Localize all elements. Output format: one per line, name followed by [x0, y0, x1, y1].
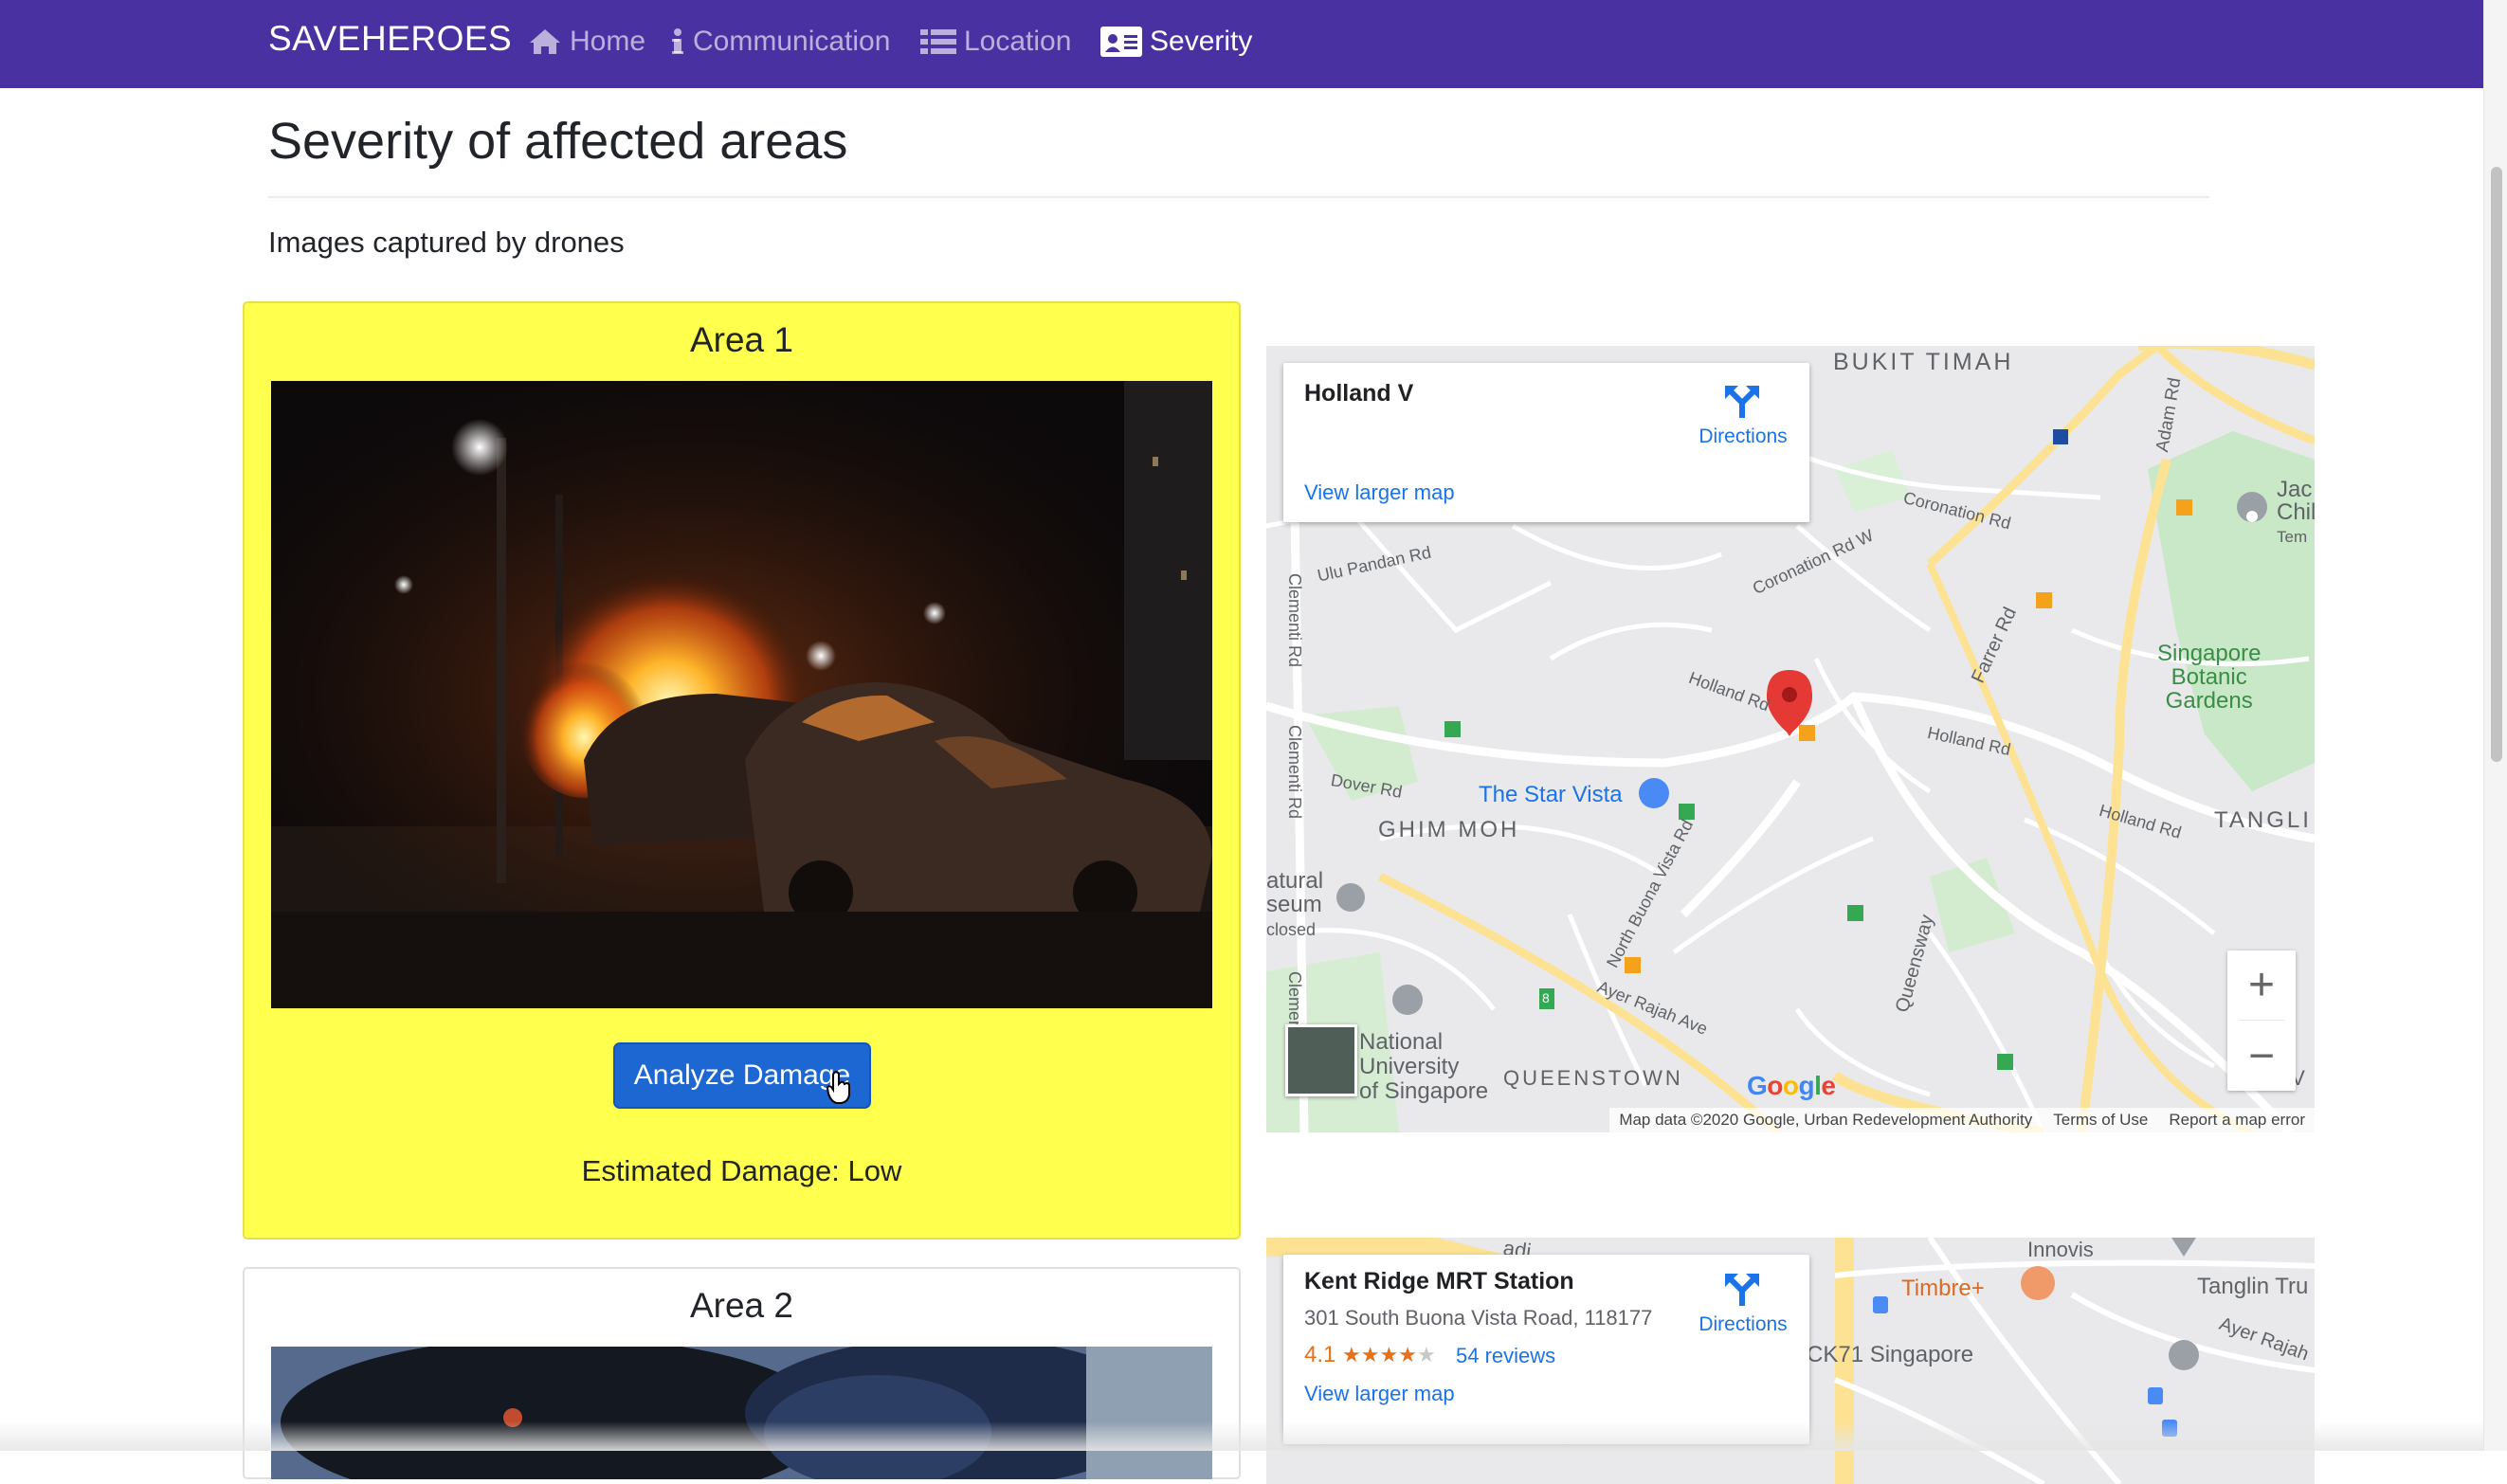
map-label: The Star Vista: [1479, 782, 1623, 807]
drone-image-area-1: [271, 381, 1212, 1008]
map-label: Jac Chil Tem: [2277, 477, 2315, 547]
directions-icon[interactable]: [1725, 382, 1759, 418]
reviews-link[interactable]: 54 reviews: [1456, 1344, 1555, 1368]
nav-item-label: Severity: [1150, 26, 1253, 57]
nav-item-communication[interactable]: Communication: [670, 23, 890, 61]
area-card-1: Area 1 Analyze Damage Estimated Damage: …: [243, 301, 1241, 1240]
map-holland-v[interactable]: BUKIT TIMAH Adam Rd Jac Chil Tem Coronatio…: [1266, 346, 2315, 1132]
hand-cursor-icon: [826, 1071, 850, 1104]
estimated-damage: Estimated Damage: Low: [581, 1154, 902, 1187]
brand-logo[interactable]: SAVEHEROES: [268, 19, 512, 59]
map-label: TANGLI: [2214, 807, 2312, 833]
map-label: BUKIT TIMAH: [1833, 349, 2014, 375]
terms-of-use-link[interactable]: Terms of Use: [2053, 1111, 2148, 1130]
satellite-view-toggle[interactable]: [1285, 1024, 1357, 1096]
navbar: SAVEHEROES Home Communication Location S…: [0, 0, 2483, 88]
nav-item-severity[interactable]: Severity: [1100, 23, 1252, 61]
map-label: Innovis: [2027, 1238, 2094, 1261]
id-card-icon: [1100, 27, 1142, 57]
view-larger-map-link[interactable]: View larger map: [1304, 1382, 1455, 1406]
area-title: Area 1: [689, 320, 793, 359]
directions-icon[interactable]: [1725, 1270, 1759, 1306]
directions-link[interactable]: Directions: [1681, 425, 1805, 448]
map-label: Clementi Rd: [1285, 573, 1304, 668]
map-label: atural seum closed: [1266, 868, 1324, 939]
nav-item-home[interactable]: Home: [528, 23, 645, 61]
map-zoom-controls: + −: [2227, 950, 2296, 1091]
zoom-in-button[interactable]: +: [2227, 950, 2296, 1019]
map-label: Singapore Botanic Gardens: [2157, 641, 2262, 714]
map-info-card: Kent Ridge MRT Station 301 South Buona V…: [1283, 1255, 1809, 1444]
nav-item-label: Communication: [693, 26, 891, 57]
nav-item-label: Location: [964, 26, 1072, 57]
map-info-card: Holland V Directions View larger map: [1283, 363, 1809, 522]
page-scrollbar[interactable]: [2483, 0, 2507, 1451]
map-attribution: Map data ©2020 Google, Urban Redevelopme…: [1609, 1108, 2315, 1132]
drone-image-area-2: [271, 1347, 1212, 1479]
info-icon: [672, 28, 683, 54]
list-icon: [920, 29, 956, 54]
window-bottom-edge: [0, 1421, 2483, 1451]
map-label: National University of Singapore: [1359, 1029, 1489, 1104]
place-name: Kent Ridge MRT Station: [1304, 1268, 1574, 1294]
scrollbar-thumb[interactable]: [2491, 167, 2502, 762]
map-data-credit: Map data ©2020 Google, Urban Redevelopme…: [1619, 1111, 2033, 1129]
map-label: GHIM MOH: [1378, 817, 1520, 842]
route-shield: 8: [1542, 990, 1550, 1005]
map-label: QUEENSTOWN: [1503, 1066, 1683, 1090]
home-icon: [530, 29, 560, 54]
directions-link[interactable]: Directions: [1681, 1313, 1805, 1336]
area-title: Area 2: [689, 1286, 793, 1325]
map-label: Timbre+: [1901, 1276, 1985, 1301]
rating-stars: ★★★★★: [1342, 1343, 1436, 1366]
zoom-out-button[interactable]: −: [2227, 1022, 2296, 1090]
nav-item-location[interactable]: Location: [920, 23, 1071, 61]
nav-item-label: Home: [570, 26, 646, 57]
google-logo: Google: [1747, 1071, 1836, 1100]
place-address: 301 South Buona Vista Road, 118177: [1304, 1306, 1653, 1330]
place-rating: 4.1 ★★★★★: [1304, 1342, 1436, 1367]
place-name: Holland V: [1304, 380, 1414, 407]
page-title: Severity of affected areas: [268, 113, 848, 170]
map-label: CK71 Singapore: [1807, 1342, 1974, 1367]
report-map-error-link[interactable]: Report a map error: [2169, 1111, 2305, 1130]
view-larger-map-link[interactable]: View larger map: [1304, 480, 1455, 505]
map-label: Tanglin Tru: [2197, 1274, 2309, 1299]
page-subtitle: Images captured by drones: [268, 226, 625, 259]
map-label: Clementi Rd: [1285, 725, 1304, 820]
divider: [268, 196, 2209, 198]
